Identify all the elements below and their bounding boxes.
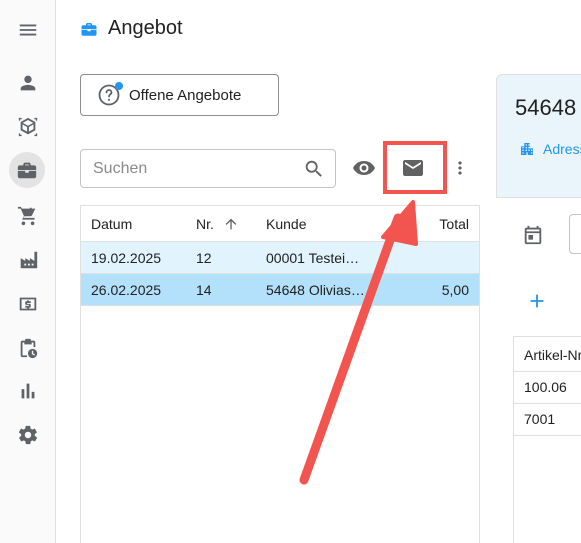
cell-datum: 26.02.2025 bbox=[91, 282, 162, 298]
date-field[interactable] bbox=[569, 214, 581, 254]
search-icon[interactable] bbox=[303, 158, 325, 180]
cell-artikel: 7001 bbox=[524, 411, 556, 427]
sidebar-item-aufgaben[interactable] bbox=[8, 331, 48, 365]
table-row[interactable]: 26.02.2025 14 54648 Olivias Laden 5,00 bbox=[81, 274, 479, 306]
money-icon bbox=[19, 297, 37, 311]
search-input[interactable] bbox=[93, 158, 293, 180]
cell-total: 5,00 bbox=[441, 282, 469, 298]
navigation-rail bbox=[0, 0, 56, 543]
sidebar-item-artikel[interactable] bbox=[8, 110, 48, 144]
open-offers-label: Offene Angebote bbox=[129, 86, 242, 104]
clipboard-clock-icon bbox=[20, 338, 38, 359]
search-field bbox=[80, 149, 336, 188]
table-row[interactable]: 7001 bbox=[514, 404, 581, 436]
sidebar-item-statistik[interactable] bbox=[8, 374, 48, 408]
page-title-text: Angebot bbox=[108, 17, 183, 39]
sidebar-item-kontakte[interactable] bbox=[8, 66, 48, 100]
cell-nr: 12 bbox=[196, 250, 212, 266]
briefcase-icon bbox=[17, 162, 37, 179]
column-header-total[interactable]: Total bbox=[439, 216, 469, 232]
menu-icon bbox=[19, 24, 37, 36]
add-item-icon[interactable] bbox=[526, 290, 548, 312]
column-header-kunde[interactable]: Kunde bbox=[266, 216, 306, 232]
more-options-button[interactable] bbox=[450, 155, 470, 181]
menu-button[interactable] bbox=[8, 13, 48, 47]
offer-detail-header: 54648 Adresse bbox=[496, 74, 581, 198]
eye-icon bbox=[353, 161, 375, 175]
bar-chart-icon bbox=[21, 383, 35, 399]
address-link[interactable]: Adresse bbox=[519, 141, 581, 157]
page-title: Angebot bbox=[80, 17, 183, 40]
table-row[interactable]: 100.06 bbox=[514, 372, 581, 404]
customer-number: 54648 bbox=[515, 95, 577, 120]
cell-kunde: 00001 Testeintrag bbox=[266, 250, 362, 266]
briefcase-icon bbox=[81, 22, 97, 36]
offers-table: Datum Nr. Kunde Total 19.02.2025 12 0000… bbox=[80, 205, 480, 543]
building-icon bbox=[521, 143, 533, 155]
calendar-icon[interactable] bbox=[522, 224, 544, 246]
preview-button[interactable] bbox=[350, 156, 378, 180]
gear-icon bbox=[18, 425, 38, 445]
address-link-label: Adresse bbox=[543, 141, 581, 157]
cell-kunde: 54648 Olivias Laden bbox=[266, 282, 366, 298]
sidebar-item-angebote[interactable] bbox=[9, 152, 45, 188]
items-table-header: Artikel-Nr. bbox=[514, 337, 581, 372]
cell-nr: 14 bbox=[196, 282, 212, 298]
items-table: Artikel-Nr. 100.06 7001 bbox=[513, 336, 581, 543]
cart-icon bbox=[17, 206, 36, 226]
sidebar-item-lager[interactable] bbox=[8, 243, 48, 277]
table-row[interactable]: 19.02.2025 12 00001 Testeintrag bbox=[81, 242, 479, 274]
more-vert-icon bbox=[458, 161, 462, 175]
cell-datum: 19.02.2025 bbox=[91, 250, 162, 266]
notification-dot bbox=[115, 82, 123, 90]
cell-artikel: 100.06 bbox=[524, 379, 567, 395]
sidebar-item-rechnungen[interactable] bbox=[8, 287, 48, 321]
column-header-artikel[interactable]: Artikel-Nr. bbox=[524, 347, 581, 363]
sidebar-item-einstellungen[interactable] bbox=[8, 418, 48, 452]
help-circle-icon bbox=[97, 82, 123, 107]
package-icon bbox=[18, 117, 38, 137]
highlight-box bbox=[383, 141, 447, 194]
column-header-datum[interactable]: Datum bbox=[91, 216, 132, 232]
sidebar-item-bestellungen[interactable] bbox=[8, 199, 48, 233]
sort-ascending-icon[interactable] bbox=[223, 216, 239, 232]
table-header: Datum Nr. Kunde Total bbox=[81, 206, 479, 242]
open-offers-button[interactable]: Offene Angebote bbox=[80, 74, 279, 116]
factory-icon bbox=[20, 251, 38, 269]
column-header-nr[interactable]: Nr. bbox=[196, 216, 214, 232]
person-icon bbox=[20, 75, 36, 91]
